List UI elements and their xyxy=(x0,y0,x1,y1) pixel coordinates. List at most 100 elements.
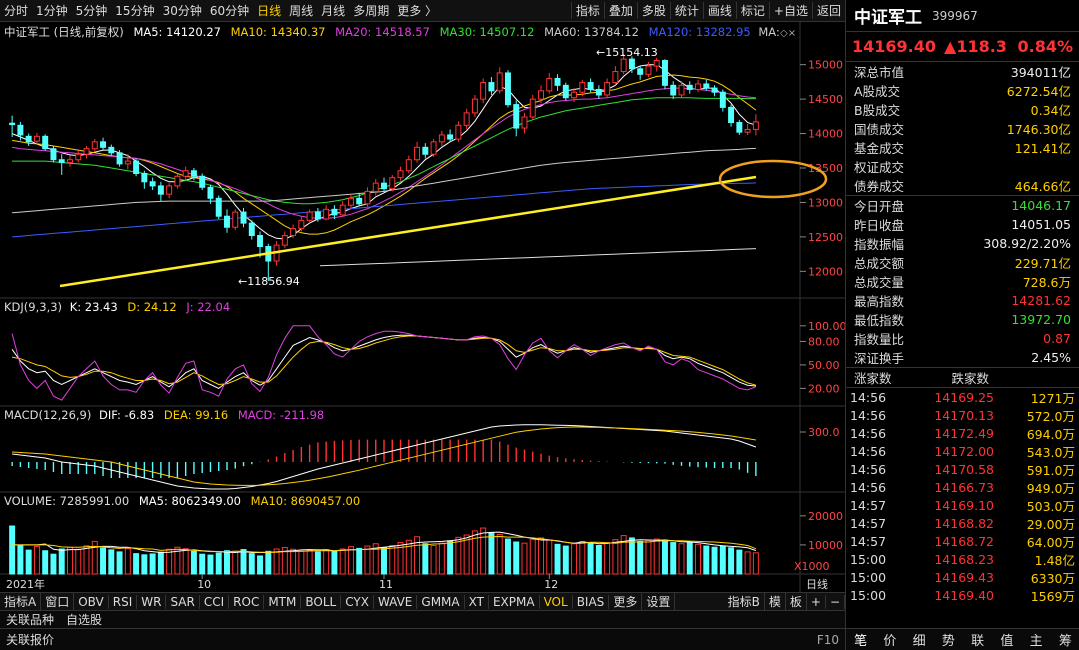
indicator-b-tab-3[interactable]: + xyxy=(807,594,826,609)
volume-bar xyxy=(50,553,57,575)
toolbar-action-3[interactable]: 统计 xyxy=(669,2,703,19)
stat-value: 728.6万 xyxy=(1022,275,1071,290)
volume-bar xyxy=(314,551,321,575)
volume-bar xyxy=(33,545,40,575)
volume-bar xyxy=(116,551,123,575)
period-9[interactable]: 多周期 xyxy=(349,2,393,19)
indicator-b-tab-0[interactable]: 指标B xyxy=(724,593,765,610)
trend-line[interactable] xyxy=(59,175,757,288)
period-3[interactable]: 15分钟 xyxy=(111,2,158,19)
low-marker: ←11856.94 xyxy=(238,275,300,288)
tick-row[interactable]: 14:56 14170.58 591.0万 xyxy=(846,460,1079,478)
indicator-tab-3[interactable]: RSI xyxy=(109,594,138,609)
indicator-tab-12[interactable]: GMMA xyxy=(417,594,465,609)
quote-tab-3[interactable]: 势 xyxy=(942,630,955,649)
tick-row[interactable]: 14:56 14170.13 572.0万 xyxy=(846,406,1079,424)
candle-body xyxy=(281,235,288,246)
candle-body xyxy=(215,197,222,217)
legend-menu-icon[interactable]: ◇× xyxy=(780,28,796,39)
volume-bar xyxy=(290,548,297,575)
candle-body xyxy=(422,146,429,155)
quote-tab-7[interactable]: 筹 xyxy=(1059,630,1072,649)
indicator-tab-0[interactable]: 指标A xyxy=(0,593,42,610)
volume-bar xyxy=(438,542,445,575)
toolbar-action-7[interactable]: 返回 xyxy=(811,2,845,19)
indicator-tab-13[interactable]: XT xyxy=(465,594,489,609)
tick-row[interactable]: 14:56 14172.00 543.0万 xyxy=(846,442,1079,460)
indicator-tab-17[interactable]: 更多 xyxy=(609,593,643,610)
toolbar-action-6[interactable]: +自选 xyxy=(768,2,812,19)
kline-chart[interactable]: 中证军工 (日线,前复权) MA5: 14120.27 MA10: 14340.… xyxy=(0,22,845,592)
stat-value: 229.71亿 xyxy=(1014,256,1071,271)
period-0[interactable]: 分时 xyxy=(0,2,32,19)
indicator-tab-14[interactable]: EXPMA xyxy=(489,594,540,609)
period-2[interactable]: 5分钟 xyxy=(72,2,112,19)
candle-body xyxy=(455,124,462,140)
quote-tab-2[interactable]: 细 xyxy=(913,630,926,649)
toolbar-action-1[interactable]: 叠加 xyxy=(603,2,637,19)
period-8[interactable]: 月线 xyxy=(317,2,349,19)
tick-row[interactable]: 14:57 14168.72 64.00万 xyxy=(846,532,1079,550)
toolbar-action-5[interactable]: 标记 xyxy=(735,2,769,19)
volume-bar xyxy=(347,546,354,575)
period-4[interactable]: 30分钟 xyxy=(159,2,206,19)
indicator-tab-8[interactable]: MTM xyxy=(264,594,302,609)
indicator-tab-15[interactable]: VOL xyxy=(540,594,573,609)
tick-row[interactable]: 14:56 14172.49 694.0万 xyxy=(846,424,1079,442)
indicator-tab-5[interactable]: SAR xyxy=(166,594,200,609)
tick-row[interactable]: 14:56 14166.73 949.0万 xyxy=(846,478,1079,496)
tick-row[interactable]: 15:00 14169.40 1569万 xyxy=(846,586,1079,604)
volume-bar xyxy=(17,544,24,575)
tick-row[interactable]: 15:00 14169.43 6330万 xyxy=(846,568,1079,586)
indicator-b-tab-2[interactable]: 板 xyxy=(786,593,807,610)
stat-value: 2.45% xyxy=(1031,350,1071,365)
quote-tab-0[interactable]: 笔 xyxy=(854,630,867,649)
tick-time: 14:57 xyxy=(850,515,887,531)
tick-row[interactable]: 15:00 14168.23 1.48亿 xyxy=(846,550,1079,568)
toolbar-action-0[interactable]: 指标 xyxy=(570,2,604,19)
toolbar-action-2[interactable]: 多股 xyxy=(636,2,670,19)
quote-tab-1[interactable]: 价 xyxy=(883,630,896,649)
f10-key[interactable]: F10 xyxy=(811,633,845,647)
stat-label: 昨日收盘 xyxy=(854,218,905,233)
stat-row: 最低指数 13972.70 xyxy=(846,310,1079,329)
period-5[interactable]: 60分钟 xyxy=(206,2,253,19)
indicator-tab-4[interactable]: WR xyxy=(137,594,167,609)
indicator-tab-9[interactable]: BOLL xyxy=(301,594,342,609)
candle-body xyxy=(463,112,470,126)
indicator-tab-6[interactable]: CCI xyxy=(200,594,230,609)
indicator-tab-16[interactable]: BIAS xyxy=(573,594,610,609)
tick-row[interactable]: 14:57 14169.10 503.0万 xyxy=(846,496,1079,514)
volume-bar xyxy=(752,552,759,575)
indicator-b-tab-1[interactable]: 模 xyxy=(765,593,786,610)
indicator-tab-10[interactable]: CYX xyxy=(341,594,374,609)
indicator-tab-18[interactable]: 设置 xyxy=(642,593,676,610)
indicator-b-tab-4[interactable]: − xyxy=(826,594,845,609)
period-10[interactable]: 更多 〉 xyxy=(393,2,441,19)
related-symbols-tab[interactable]: 关联品种 xyxy=(0,611,60,628)
index-name: 中证军工 xyxy=(854,8,922,28)
volume-ma10: MA10: 8690457.00 xyxy=(251,494,360,508)
period-7[interactable]: 周线 xyxy=(285,2,317,19)
period-1[interactable]: 1分钟 xyxy=(32,2,72,19)
stat-value: 14046.17 xyxy=(1011,198,1071,213)
tick-row[interactable]: 14:56 14169.25 1271万 xyxy=(846,388,1079,406)
stat-label: 深证换手 xyxy=(854,351,905,366)
candle-body xyxy=(50,148,57,161)
toolbar-action-4[interactable]: 画线 xyxy=(702,2,736,19)
watchlist-tab[interactable]: 自选股 xyxy=(60,611,108,628)
stat-row: 指数量比 0.87 xyxy=(846,329,1079,348)
quote-tab-5[interactable]: 值 xyxy=(1000,630,1013,649)
indicator-tab-7[interactable]: ROC xyxy=(229,594,265,609)
quote-tab-6[interactable]: 主 xyxy=(1030,630,1043,649)
ma-line-ma250 xyxy=(319,248,757,267)
related-quote-label[interactable]: 关联报价 xyxy=(0,631,60,648)
tick-row[interactable]: 14:57 14168.82 29.00万 xyxy=(846,514,1079,532)
volume-bar xyxy=(455,536,462,575)
tick-list[interactable]: 14:56 14169.25 1271万 14:56 14170.13 572.0万 14:… xyxy=(846,388,1079,604)
indicator-tab-2[interactable]: OBV xyxy=(74,594,109,609)
indicator-tab-11[interactable]: WAVE xyxy=(374,594,418,609)
period-6[interactable]: 日线 xyxy=(253,2,285,19)
indicator-tab-1[interactable]: 窗口 xyxy=(41,593,75,610)
quote-tab-4[interactable]: 联 xyxy=(971,630,984,649)
